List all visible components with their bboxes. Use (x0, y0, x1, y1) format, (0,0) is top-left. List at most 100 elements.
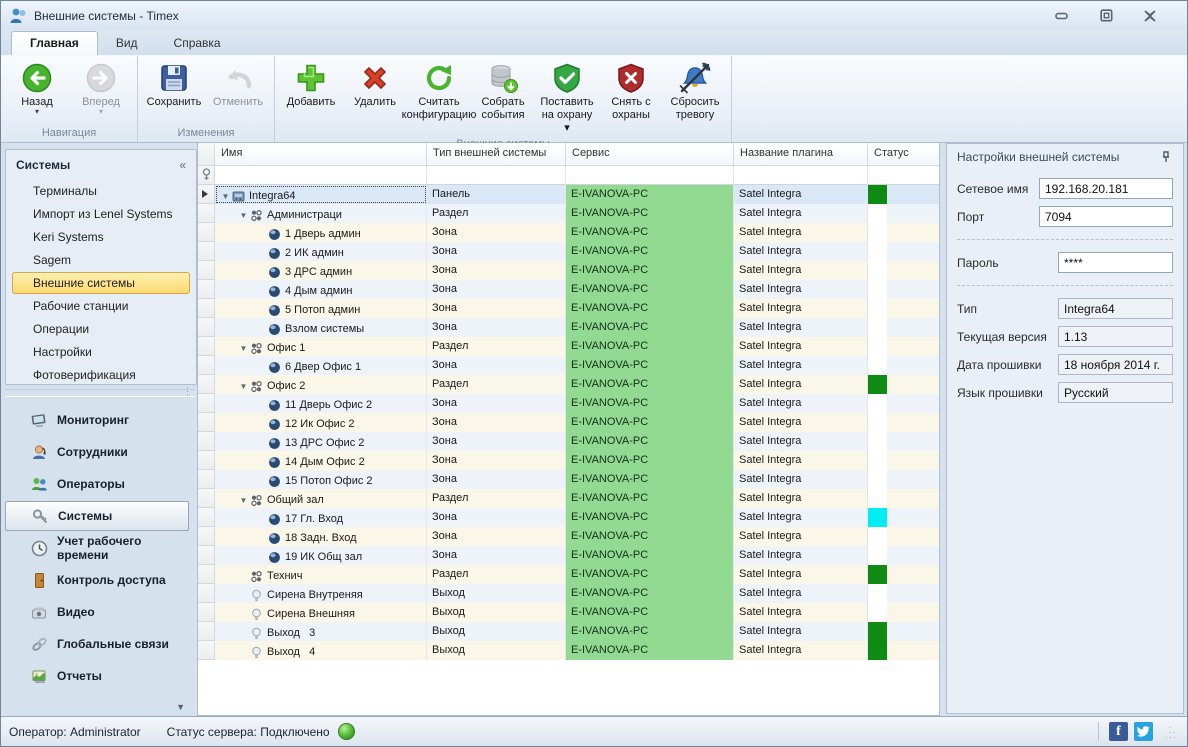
cell-type[interactable]: Зона (427, 242, 566, 261)
nav-item[interactable]: Операторы (5, 469, 189, 499)
filter-cell[interactable] (215, 166, 427, 185)
cell-service[interactable]: E-IVANOVA-PC (566, 356, 734, 375)
table-row[interactable]: ТехничРазделE-IVANOVA-PCSatel Integra (198, 565, 940, 584)
cell-type[interactable]: Выход (427, 584, 566, 603)
cell-name[interactable]: Взлом системы (215, 318, 427, 337)
cell-plugin[interactable]: Satel Integra (734, 546, 868, 565)
nav-item[interactable]: Учет рабочего времени (5, 533, 189, 563)
filter-cell[interactable] (868, 166, 940, 185)
tree-expand-icon[interactable]: ▼ (219, 192, 232, 201)
cell-name[interactable]: ▼Integra64 (215, 185, 427, 204)
cell-plugin[interactable]: Satel Integra (734, 622, 868, 641)
cell-status[interactable] (868, 204, 940, 223)
collect-events-button[interactable]: Собрать события (471, 58, 535, 124)
sidebar-item[interactable]: Фотоверификация (12, 364, 190, 386)
cell-status[interactable] (868, 280, 940, 299)
table-row[interactable]: Взлом системыЗонаE-IVANOVA-PCSatel Integ… (198, 318, 940, 337)
table-row[interactable]: 4 Дым админЗонаE-IVANOVA-PCSatel Integra (198, 280, 940, 299)
cell-type[interactable]: Зона (427, 451, 566, 470)
cell-service[interactable]: E-IVANOVA-PC (566, 451, 734, 470)
cell-service[interactable]: E-IVANOVA-PC (566, 432, 734, 451)
cell-service[interactable]: E-IVANOVA-PC (566, 204, 734, 223)
cell-service[interactable]: E-IVANOVA-PC (566, 261, 734, 280)
cell-type[interactable]: Зона (427, 432, 566, 451)
save-button[interactable]: Сохранить (142, 58, 206, 111)
sidebar-item[interactable]: Sagem (12, 249, 190, 271)
cell-plugin[interactable]: Satel Integra (734, 508, 868, 527)
table-row[interactable]: Выход 3ВыходE-IVANOVA-PCSatel Integra (198, 622, 940, 641)
filter-cell[interactable] (427, 166, 566, 185)
cell-service[interactable]: E-IVANOVA-PC (566, 546, 734, 565)
cell-plugin[interactable]: Satel Integra (734, 603, 868, 622)
cell-service[interactable]: E-IVANOVA-PC (566, 337, 734, 356)
arm-button[interactable]: Поставить на охрану ▾ (535, 58, 599, 137)
cell-plugin[interactable]: Satel Integra (734, 565, 868, 584)
cell-plugin[interactable]: Satel Integra (734, 432, 868, 451)
cell-name[interactable]: 19 ИК Общ зал (215, 546, 427, 565)
table-row[interactable]: 12 Ик Офис 2ЗонаE-IVANOVA-PCSatel Integr… (198, 413, 940, 432)
cell-type[interactable]: Зона (427, 394, 566, 413)
cell-name[interactable]: 18 Задн. Вход (215, 527, 427, 546)
cell-plugin[interactable]: Satel Integra (734, 451, 868, 470)
twitter-icon[interactable] (1134, 722, 1153, 741)
cell-status[interactable] (868, 546, 940, 565)
sidebar-splitter[interactable]: ⋮ (5, 389, 195, 397)
table-row[interactable]: ▼Integra64ПанельE-IVANOVA-PCSatel Integr… (198, 185, 940, 204)
cell-service[interactable]: E-IVANOVA-PC (566, 527, 734, 546)
cell-status[interactable] (868, 603, 940, 622)
cell-status[interactable] (868, 318, 940, 337)
cell-plugin[interactable]: Satel Integra (734, 318, 868, 337)
cell-plugin[interactable]: Satel Integra (734, 337, 868, 356)
cell-plugin[interactable]: Satel Integra (734, 299, 868, 318)
cell-plugin[interactable]: Satel Integra (734, 261, 868, 280)
cell-service[interactable]: E-IVANOVA-PC (566, 280, 734, 299)
table-row[interactable]: 14 Дым Офис 2ЗонаE-IVANOVA-PCSatel Integ… (198, 451, 940, 470)
sidebar-item[interactable]: Импорт из Lenel Systems (12, 203, 190, 225)
cell-status[interactable] (868, 375, 940, 394)
minimize-button[interactable] (1051, 8, 1073, 24)
nav-item[interactable]: Системы (5, 501, 189, 531)
tab-home[interactable]: Главная (11, 31, 98, 55)
table-row[interactable]: 2 ИК админЗонаE-IVANOVA-PCSatel Integra (198, 242, 940, 261)
table-row[interactable]: ▼Общий залРазделE-IVANOVA-PCSatel Integr… (198, 489, 940, 508)
cell-service[interactable]: E-IVANOVA-PC (566, 318, 734, 337)
cell-type[interactable]: Раздел (427, 204, 566, 223)
column-header[interactable]: Имя (215, 143, 427, 166)
tab-view[interactable]: Вид (98, 32, 156, 55)
cell-plugin[interactable]: Satel Integra (734, 204, 868, 223)
cell-name[interactable]: Сирена Внешняя (215, 603, 427, 622)
table-row[interactable]: 18 Задн. ВходЗонаE-IVANOVA-PCSatel Integ… (198, 527, 940, 546)
add-button[interactable]: Добавить (279, 58, 343, 111)
cell-type[interactable]: Раздел (427, 337, 566, 356)
column-header[interactable]: Название плагина (734, 143, 868, 166)
cell-service[interactable]: E-IVANOVA-PC (566, 413, 734, 432)
cell-type[interactable]: Зона (427, 470, 566, 489)
table-row[interactable]: Сирена ВнешняяВыходE-IVANOVA-PCSatel Int… (198, 603, 940, 622)
sidebar-item[interactable]: Операции (12, 318, 190, 340)
cell-status[interactable] (868, 356, 940, 375)
cell-service[interactable]: E-IVANOVA-PC (566, 223, 734, 242)
column-header[interactable]: Статус (868, 143, 940, 166)
cell-status[interactable] (868, 242, 940, 261)
property-input[interactable] (1058, 252, 1173, 273)
cell-plugin[interactable]: Satel Integra (734, 489, 868, 508)
cell-name[interactable]: ▼Офис 2 (215, 375, 427, 394)
table-row[interactable]: 11 Дверь Офис 2ЗонаE-IVANOVA-PCSatel Int… (198, 394, 940, 413)
property-input[interactable] (1039, 206, 1173, 227)
cell-plugin[interactable]: Satel Integra (734, 584, 868, 603)
sidebar-item[interactable]: Настройки (12, 341, 190, 363)
cell-status[interactable] (868, 451, 940, 470)
column-header[interactable]: Тип внешней системы (427, 143, 566, 166)
cell-service[interactable]: E-IVANOVA-PC (566, 185, 734, 204)
table-row[interactable]: 19 ИК Общ залЗонаE-IVANOVA-PCSatel Integ… (198, 546, 940, 565)
cell-type[interactable]: Раздел (427, 565, 566, 584)
table-row[interactable]: 6 Двер Офис 1ЗонаE-IVANOVA-PCSatel Integ… (198, 356, 940, 375)
cell-name[interactable]: 2 ИК админ (215, 242, 427, 261)
cell-name[interactable]: ▼Общий зал (215, 489, 427, 508)
cell-status[interactable] (868, 394, 940, 413)
property-input[interactable] (1039, 178, 1173, 199)
sidebar-item[interactable]: Keri Systems (12, 226, 190, 248)
cell-status[interactable] (868, 185, 940, 204)
table-row[interactable]: Сирена ВнутреняяВыходE-IVANOVA-PCSatel I… (198, 584, 940, 603)
cell-status[interactable] (868, 489, 940, 508)
